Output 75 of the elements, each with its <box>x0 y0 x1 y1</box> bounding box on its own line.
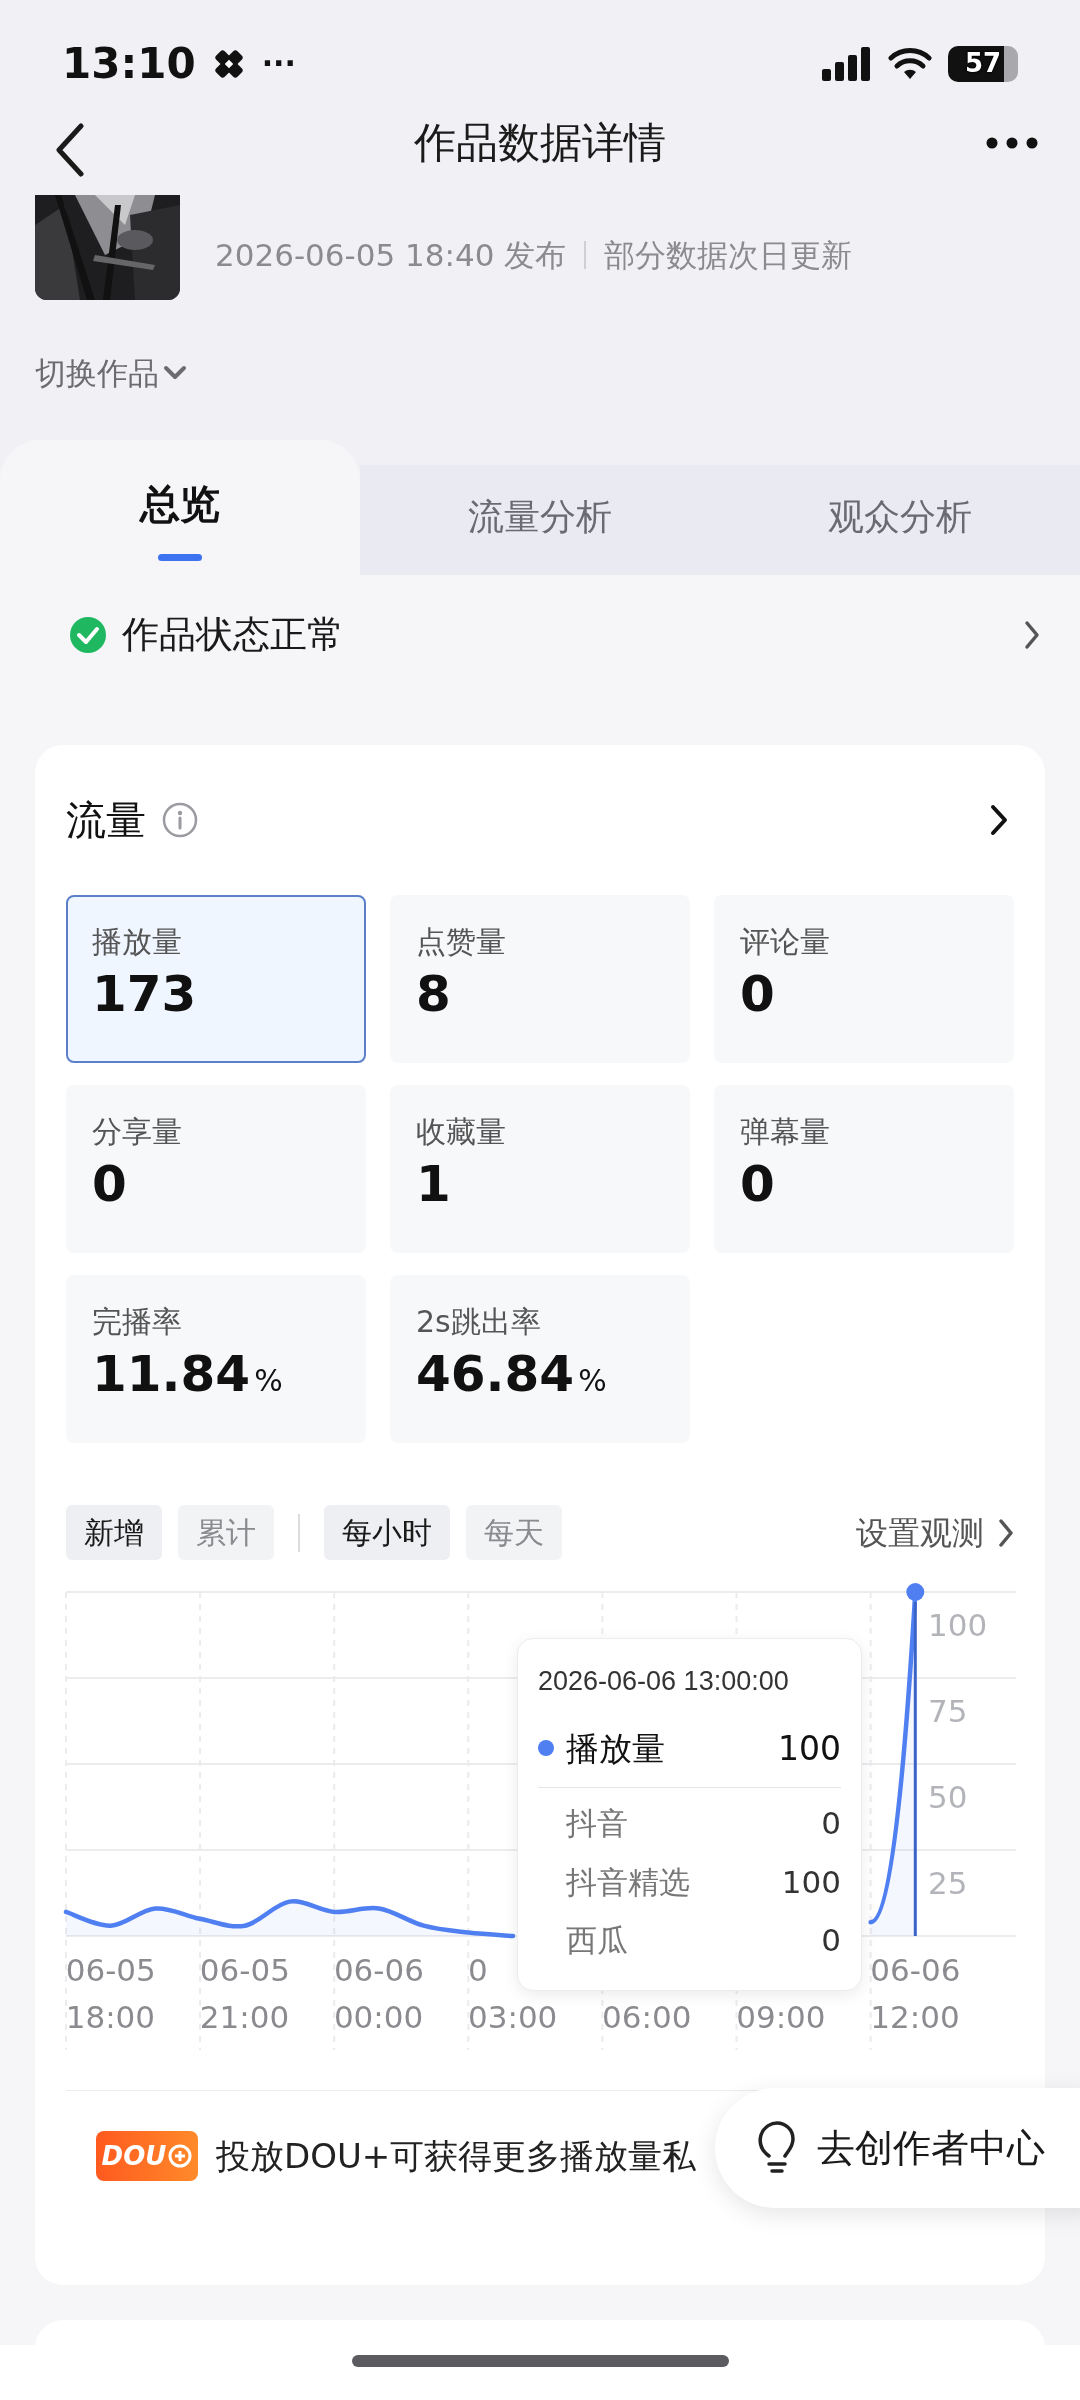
observe-link[interactable]: 设置观测 <box>856 1508 1014 1557</box>
metric-tile[interactable]: 播放量 173 <box>66 895 366 1063</box>
metric-value: 0 <box>92 1154 128 1214</box>
tab-indicator <box>158 554 202 561</box>
x-axis-label: 06-06 00:00 <box>333 1952 424 2035</box>
tooltip-value: 0 <box>821 1804 841 1843</box>
dou-plus-logo: DOU <box>96 2131 198 2181</box>
metric-label: 评论量 <box>740 923 831 961</box>
page-title: 作品数据详情 <box>414 117 666 169</box>
work-status-row[interactable]: 作品状态正常 <box>0 575 1080 745</box>
metric-value: 173 <box>92 964 198 1024</box>
more-notifications: ··· <box>261 45 296 83</box>
metric-value: 8 <box>416 964 452 1024</box>
y-axis-label: 50 <box>928 1779 968 1815</box>
tab[interactable]: 总览 <box>0 440 360 575</box>
tooltip-time: 2026-06-06 13:00:00 <box>538 1665 790 1698</box>
metric-value: 0 <box>740 964 776 1024</box>
metric-label: 2s跳出率 <box>416 1303 542 1341</box>
metric-value: 0 <box>740 1154 776 1214</box>
metric-label: 收藏量 <box>416 1113 507 1151</box>
switch-work-link[interactable]: 切换作品 <box>35 350 187 397</box>
tooltip-value: 100 <box>778 1727 841 1770</box>
tooltip-label: 西瓜 <box>566 1921 628 1960</box>
x-axis-label: 09:00 <box>736 1999 826 2035</box>
filter-chip[interactable]: 新增 <box>66 1505 162 1560</box>
metric-tile[interactable]: 点赞量 8 <box>390 895 690 1063</box>
chevron-right-icon[interactable] <box>1024 620 1040 650</box>
chevron-right-icon[interactable] <box>990 804 1008 836</box>
tab[interactable]: 流量分析 <box>360 465 720 575</box>
x-axis-label: 06:00 <box>602 1999 692 2035</box>
y-axis-label: 75 <box>928 1693 968 1729</box>
y-axis-label: 25 <box>928 1865 968 1901</box>
x-axis-label: 0 03:00 <box>468 1952 558 2035</box>
metric-label: 播放量 <box>92 923 183 961</box>
x-axis-label: 06-06 12:00 <box>870 1952 961 2035</box>
tooltip-label: 播放量 <box>566 1727 665 1770</box>
metric-value: 46.84% <box>416 1344 608 1404</box>
metric-tile[interactable]: 收藏量 1 <box>390 1085 690 1253</box>
metric-tile[interactable]: 完播率 11.84% <box>66 1275 366 1443</box>
metric-label: 弹幕量 <box>740 1113 831 1151</box>
metric-label: 完播率 <box>92 1303 183 1341</box>
more-icon[interactable] <box>986 137 1038 149</box>
y-axis-label: 100 <box>928 1607 988 1643</box>
status-time: 13:10 <box>62 38 196 90</box>
metric-tile[interactable]: 2s跳出率 46.84% <box>390 1275 690 1443</box>
tooltip-label: 抖音精选 <box>566 1862 690 1902</box>
tooltip-label: 抖音 <box>566 1804 628 1843</box>
info-icon[interactable] <box>162 802 198 838</box>
x-axis-label: 06-05 18:00 <box>65 1952 156 2035</box>
metric-label: 点赞量 <box>416 923 507 961</box>
creator-center-button[interactable]: 去创作者中心 <box>715 2088 1080 2208</box>
filter-chip[interactable]: 每小时 <box>324 1505 450 1560</box>
publish-time: 2026-06-05 18:40 发布 <box>215 235 567 275</box>
card-title: 流量 <box>66 796 146 845</box>
chevron-down-icon <box>163 365 187 382</box>
promo-text: 投放DOU+可获得更多播放量私 <box>216 2134 697 2178</box>
battery-indicator: 57 <box>948 45 1018 82</box>
metric-label: 分享量 <box>92 1113 183 1151</box>
chevron-right-icon <box>998 1517 1014 1548</box>
x-axis-label: 06-05 21:00 <box>199 1952 290 2035</box>
update-note: 部分数据次日更新 <box>604 235 853 275</box>
back-icon[interactable] <box>55 123 85 177</box>
data-point[interactable] <box>906 1583 925 1601</box>
status-text: 作品状态正常 <box>122 612 344 659</box>
metric-tile[interactable]: 弹幕量 0 <box>714 1085 1014 1253</box>
wifi-icon <box>888 46 932 81</box>
tooltip-value: 0 <box>821 1921 841 1960</box>
metric-value: 11.84% <box>92 1344 284 1404</box>
tab[interactable]: 观众分析 <box>720 465 1080 575</box>
signal-icon <box>822 46 872 81</box>
metric-tile[interactable]: 分享量 0 <box>66 1085 366 1253</box>
metric-tile[interactable]: 评论量 0 <box>714 895 1014 1063</box>
tooltip-value: 100 <box>781 1862 841 1902</box>
metric-value: 1 <box>416 1154 452 1214</box>
check-circle-icon <box>70 617 106 653</box>
